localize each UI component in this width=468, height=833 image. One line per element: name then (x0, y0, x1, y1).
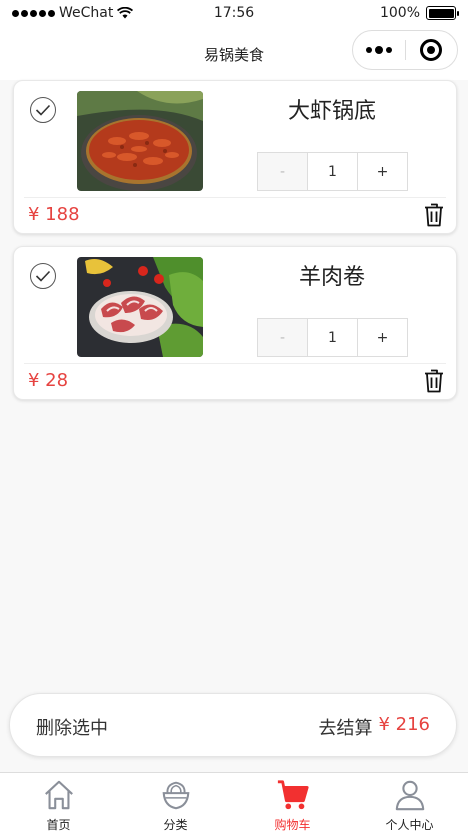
divider (24, 363, 446, 364)
checkout-label: 去结算 (318, 718, 373, 739)
more-icon (365, 47, 372, 53)
quantity-value[interactable]: 1 (307, 318, 358, 357)
item-price: ¥ 28 (28, 370, 69, 391)
status-bar: WeChat 17:56 100% (0, 0, 468, 28)
tab-label: 首页 (46, 818, 71, 832)
cart-item: 大虾锅底 - 1 + ¥ 188 (13, 80, 457, 234)
decrease-button[interactable]: - (257, 318, 308, 357)
tab-category[interactable]: 分类 (117, 773, 234, 833)
close-icon (420, 39, 443, 61)
tab-label: 分类 (163, 818, 188, 832)
delete-selected-button[interactable]: 删除选中 (36, 714, 108, 740)
cart-summary-bar: 删除选中 去结算 ¥ 216 (9, 693, 457, 757)
item-price: ¥ 188 (28, 204, 80, 225)
close-button[interactable] (405, 39, 457, 61)
divider (24, 197, 446, 198)
product-image-lamb-roll[interactable] (77, 257, 203, 357)
tab-profile[interactable]: 个人中心 (351, 773, 468, 833)
mini-program-capsule (352, 30, 458, 70)
battery-percent: 100% (379, 5, 420, 21)
navigation-bar: 易锅美食 (0, 28, 468, 80)
checkout-button[interactable]: 去结算 ¥ 216 (318, 714, 430, 740)
quantity-stepper: - 1 + (257, 318, 408, 357)
tab-bar: 首页 分类 购物车 个人中心 (0, 772, 468, 833)
cart-item: 羊肉卷 - 1 + ¥ 28 (13, 246, 457, 400)
quantity-value[interactable]: 1 (307, 152, 358, 191)
item-checkbox[interactable] (30, 97, 56, 123)
tab-label: 购物车 (274, 818, 311, 832)
more-button[interactable] (353, 46, 405, 54)
total-price: ¥ 216 (378, 714, 430, 735)
cart-icon (277, 780, 309, 810)
product-image-shrimp-hotpot[interactable] (77, 91, 203, 191)
quantity-stepper: - 1 + (257, 152, 408, 191)
battery-status: 100% (379, 5, 459, 21)
increase-button[interactable]: + (357, 318, 408, 357)
item-checkbox[interactable] (30, 263, 56, 289)
checkmark-icon (35, 270, 51, 282)
decrease-button[interactable]: - (257, 152, 308, 191)
user-icon (395, 780, 424, 811)
trash-icon[interactable] (424, 369, 444, 393)
bowl-icon (162, 781, 189, 810)
product-name: 大虾锅底 (287, 99, 376, 124)
tab-label: 个人中心 (385, 818, 434, 832)
increase-button[interactable]: + (357, 152, 408, 191)
tab-home[interactable]: 首页 (0, 773, 117, 833)
home-icon (44, 780, 73, 810)
checkmark-icon (35, 104, 51, 116)
product-name: 羊肉卷 (298, 265, 365, 290)
tab-cart[interactable]: 购物车 (234, 773, 351, 833)
trash-icon[interactable] (424, 203, 444, 227)
battery-icon (426, 6, 459, 20)
